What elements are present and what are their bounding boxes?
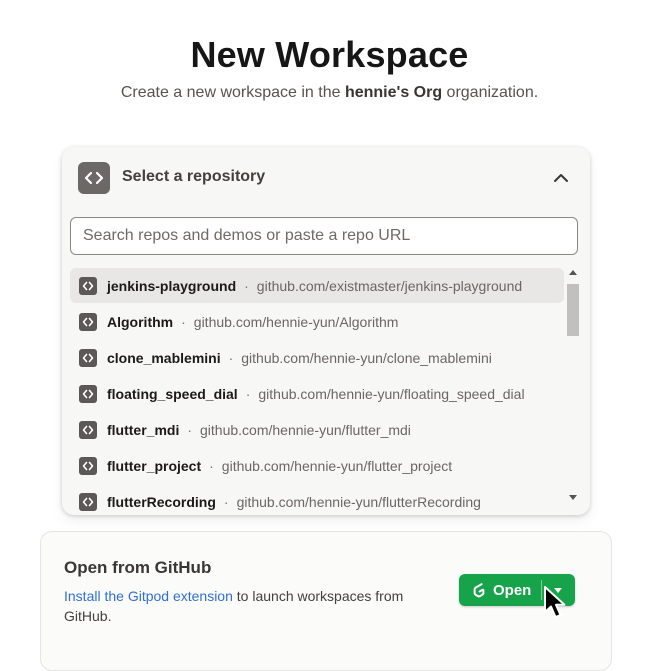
repo-name: jenkins-playground xyxy=(107,277,237,294)
scroll-up-arrow-icon[interactable] xyxy=(569,270,577,275)
repo-url: github.com/hennie-yun/Algorithm xyxy=(193,313,399,330)
separator: · xyxy=(244,277,249,294)
repo-url: github.com/hennie-yun/clone_mablemini xyxy=(241,349,492,366)
org-name: hennie's Org xyxy=(344,84,443,101)
repo-item-flutter-project[interactable]: flutter_project · github.com/hennie-yun/… xyxy=(70,448,564,483)
separator: · xyxy=(245,385,251,402)
repository-selector-label: Select a repository xyxy=(122,168,266,185)
subtitle-prefix: Create a new workspace in the xyxy=(120,84,345,101)
open-button-label: Open xyxy=(493,581,532,599)
page-subtitle: Create a new workspace in the hennie's O… xyxy=(0,84,659,102)
scrollbar-thumb[interactable] xyxy=(567,284,579,336)
code-brackets-icon xyxy=(79,456,97,475)
repo-name: floating_speed_dial xyxy=(107,385,238,402)
repo-item-flutter-mdi[interactable]: flutter_mdi · github.com/hennie-yun/flut… xyxy=(70,412,564,447)
repo-item-floating-speed-dial[interactable]: floating_speed_dial · github.com/hennie-… xyxy=(70,376,564,411)
open-button[interactable]: Open xyxy=(459,574,541,606)
repo-name: Algorithm xyxy=(107,313,174,330)
scroll-down-arrow-icon[interactable] xyxy=(569,495,577,500)
page-title: New Workspace xyxy=(190,34,469,75)
gitpod-logo-icon xyxy=(473,583,485,598)
repo-list-scrollbar[interactable] xyxy=(564,266,582,506)
repo-name: clone_mablemini xyxy=(107,349,221,366)
repo-url: github.com/hennie-yun/flutter_project xyxy=(221,457,453,474)
repo-url: github.com/hennie-yun/flutterRecording xyxy=(236,493,481,510)
code-brackets-icon xyxy=(79,384,97,403)
separator: · xyxy=(209,457,214,474)
separator: · xyxy=(228,349,234,366)
open-from-github-card: Open from GitHub Install the Gitpod exte… xyxy=(40,531,612,671)
repo-item-clone-mablemini[interactable]: clone_mablemini · github.com/hennie-yun/… xyxy=(70,340,564,375)
separator: · xyxy=(187,421,193,438)
install-extension-link[interactable]: Install the Gitpod extension xyxy=(64,588,233,604)
repository-selector-header[interactable]: Select a repository xyxy=(62,147,590,209)
repo-url: github.com/hennie-yun/flutter_mdi xyxy=(200,421,411,438)
repo-item-algorithm[interactable]: Algorithm · github.com/hennie-yun/Algori… xyxy=(70,304,564,339)
repo-url: github.com/hennie-yun/floating_speed_dia… xyxy=(258,385,525,402)
code-brackets-icon xyxy=(79,348,97,367)
repo-url: github.com/existmaster/jenkins-playgroun… xyxy=(256,277,523,294)
github-card-title: Open from GitHub xyxy=(64,558,212,577)
repo-item-flutter-recording[interactable]: flutterRecording · github.com/hennie-yun… xyxy=(70,484,564,515)
repo-item-jenkins-playground[interactable]: jenkins-playground · github.com/existmas… xyxy=(70,268,564,303)
repository-list: jenkins-playground · github.com/existmas… xyxy=(62,266,590,515)
separator: · xyxy=(181,313,186,330)
code-brackets-icon xyxy=(79,492,97,511)
repo-search-input[interactable] xyxy=(70,217,578,255)
code-brackets-icon xyxy=(79,276,97,295)
repo-name: flutterRecording xyxy=(107,493,216,510)
separator: · xyxy=(223,493,229,510)
code-brackets-icon xyxy=(79,420,97,439)
chevron-up-icon[interactable] xyxy=(550,167,572,189)
repo-name: flutter_project xyxy=(107,457,202,474)
code-brackets-icon xyxy=(78,162,110,194)
repo-name: flutter_mdi xyxy=(107,421,180,438)
code-brackets-icon xyxy=(79,312,97,331)
github-card-description: Install the Gitpod extension to launch w… xyxy=(64,586,434,626)
subtitle-suffix: organization. xyxy=(442,84,539,101)
repository-selector: Select a repository jenkins-playground ·… xyxy=(62,147,590,515)
mouse-pointer-icon xyxy=(544,586,566,618)
